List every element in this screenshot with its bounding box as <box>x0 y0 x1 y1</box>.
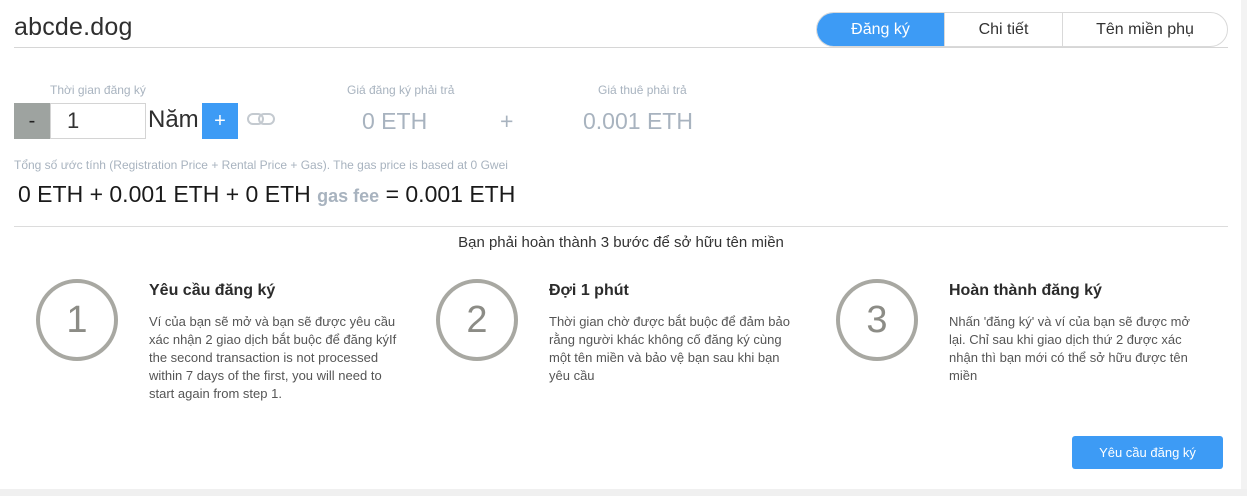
tab-details[interactable]: Chi tiết <box>944 13 1063 46</box>
increase-years-button[interactable]: + <box>202 103 238 139</box>
registration-price-value: 0 ETH <box>362 108 428 134</box>
step-2-title: Đợi 1 phút <box>549 282 629 299</box>
step-1-number: 1 <box>36 279 118 361</box>
rent-price-value: 0.001 ETH <box>583 108 693 134</box>
total-estimate: 0 ETH + 0.001 ETH + 0 ETH gas fee = 0.00… <box>18 181 515 208</box>
years-input[interactable]: 1 <box>50 103 146 139</box>
header-divider <box>14 47 1228 48</box>
years-unit-label: Năm <box>148 106 199 133</box>
tab-register[interactable]: Đăng ký <box>817 13 944 46</box>
tab-subdomains[interactable]: Tên miền phụ <box>1063 13 1227 46</box>
request-register-button[interactable]: Yêu cầu đăng ký <box>1072 436 1223 469</box>
tab-bar: Đăng ký Chi tiết Tên miền phụ <box>816 12 1228 47</box>
link-icon[interactable] <box>246 110 276 128</box>
decrease-years-button[interactable]: - <box>14 103 50 139</box>
bottom-edge <box>0 489 1247 496</box>
total-result: = 0.001 ETH <box>385 181 516 207</box>
price-plus-sign: + <box>500 108 514 134</box>
duration-label: Thời gian đăng ký <box>50 83 146 97</box>
step-3-number: 3 <box>836 279 918 361</box>
total-estimate-note: Tổng số ước tính (Registration Price + R… <box>14 158 508 172</box>
domain-title: abcde.dog <box>14 13 133 41</box>
step-1-description: Ví của bạn sẽ mở và bạn sẽ được yêu cầu … <box>149 314 397 401</box>
gas-fee-label: gas fee <box>317 186 380 206</box>
total-expression: 0 ETH + 0.001 ETH + 0 ETH <box>18 181 311 207</box>
scrollbar-track[interactable] <box>1241 0 1247 496</box>
register-page: abcde.dog Đăng ký Chi tiết Tên miền phụ … <box>0 0 1247 496</box>
step-3-title: Hoàn thành đăng ký <box>949 282 1102 299</box>
step-3-description: Nhấn 'đăng ký' và ví của bạn sẽ được mở … <box>949 314 1191 383</box>
step-2-number: 2 <box>436 279 518 361</box>
step-2-description: Thời gian chờ được bắt buộc để đảm bảo r… <box>549 314 790 383</box>
rent-price-label: Giá thuê phải trả <box>598 83 687 97</box>
section-divider <box>14 226 1228 227</box>
steps-heading: Bạn phải hoàn thành 3 bước để sở hữu tên… <box>458 234 784 251</box>
registration-price-label: Giá đăng ký phải trả <box>347 83 455 97</box>
step-1-title: Yêu cầu đăng ký <box>149 282 276 299</box>
